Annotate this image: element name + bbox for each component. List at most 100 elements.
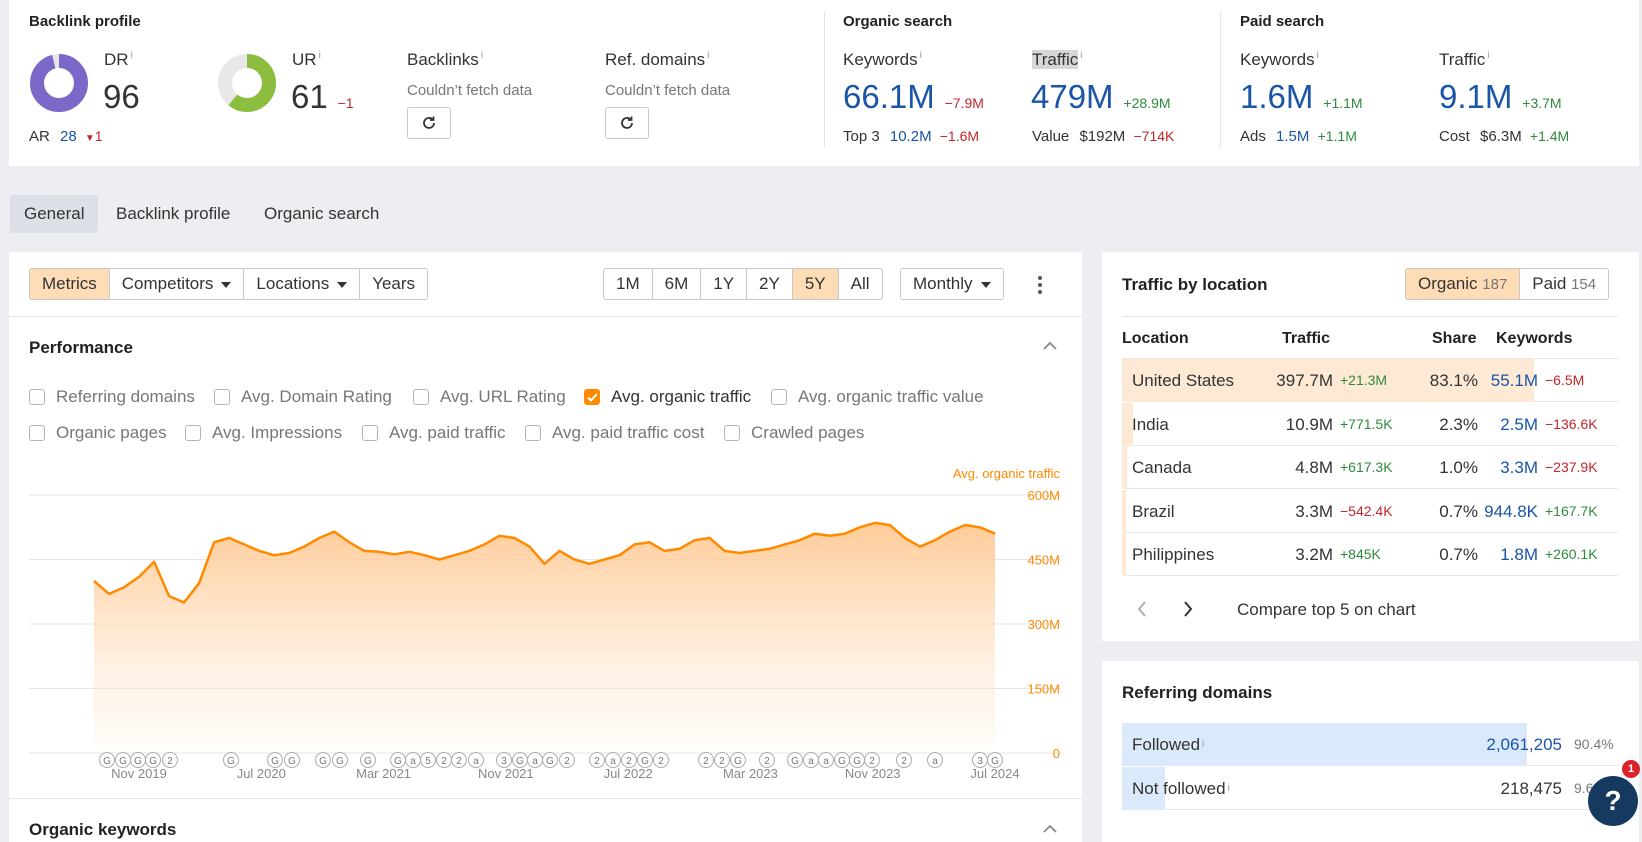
tab-organic-search[interactable]: Organic search [250, 195, 393, 233]
interval-dropdown[interactable]: Monthly [900, 268, 1004, 300]
data-point[interactable] [437, 557, 442, 562]
location-row[interactable]: United States 397.7M +21.3M 83.1% 55.1M −6.5M [1122, 359, 1618, 402]
data-point[interactable] [707, 536, 712, 541]
data-point[interactable] [212, 540, 217, 545]
data-point[interactable] [587, 561, 592, 566]
backlinks-info-icon[interactable]: i [481, 50, 483, 61]
location-keywords[interactable]: 3.3M [1500, 446, 1538, 489]
checkbox-avg-domain-rating[interactable]: Avg. Domain Rating [214, 387, 392, 407]
mode-years-button[interactable]: Years [360, 269, 427, 299]
referring-domains-row[interactable]: Followed i 2,061,205 90.4% [1122, 723, 1618, 766]
mode-metrics-button[interactable]: Metrics [30, 269, 110, 299]
data-point[interactable] [677, 546, 682, 551]
data-point[interactable] [947, 529, 952, 534]
paid-keywords-value[interactable]: 1.6M [1240, 78, 1313, 115]
data-point[interactable] [842, 531, 847, 536]
data-point[interactable] [527, 544, 532, 549]
data-point[interactable] [392, 552, 397, 557]
checkbox-avg-url-rating[interactable]: Avg. URL Rating [413, 387, 566, 407]
organic-keywords-value[interactable]: 66.1M [843, 78, 935, 115]
data-point[interactable] [887, 523, 892, 528]
data-point[interactable] [422, 553, 427, 558]
data-point[interactable] [692, 538, 697, 543]
data-point[interactable] [827, 533, 832, 538]
data-point[interactable] [617, 553, 622, 558]
data-point[interactable] [242, 542, 247, 547]
mode-competitors-dropdown[interactable]: Competitors [110, 269, 245, 299]
column-header-location[interactable]: Location [1122, 330, 1189, 348]
data-point[interactable] [197, 581, 202, 586]
checkbox-crawled-pages[interactable]: Crawled pages [724, 423, 864, 443]
collapse-chevron-up-icon[interactable] [1043, 824, 1057, 834]
data-point[interactable] [722, 548, 727, 553]
data-point[interactable] [362, 548, 367, 553]
range-5y-button[interactable]: 5Y [792, 269, 839, 299]
data-point[interactable] [542, 561, 547, 566]
compare-top5-link[interactable]: Compare top 5 on chart [1237, 600, 1416, 620]
data-point[interactable] [857, 525, 862, 530]
help-button[interactable]: ? [1588, 776, 1638, 826]
checkbox-organic-pages[interactable]: Organic pages [29, 423, 167, 443]
location-keywords[interactable]: 2.5M [1500, 403, 1538, 446]
data-point[interactable] [797, 538, 802, 543]
data-point[interactable] [167, 594, 172, 599]
data-point[interactable] [752, 548, 757, 553]
referring-domains-value[interactable]: 2,061,205 [1486, 723, 1562, 766]
range-all-button[interactable]: All [839, 269, 882, 299]
refdomains-info-icon[interactable]: i [707, 50, 709, 61]
organic-traffic-chart[interactable]: 600M 450M 300M 150M 0 Avg. organic traffic Nov… [0, 460, 1082, 790]
paid-keywords-info-icon[interactable]: i [1317, 50, 1319, 61]
organic-traffic-value[interactable]: 479M [1031, 78, 1114, 115]
top3-value[interactable]: 10.2M [890, 128, 932, 145]
column-header-keywords[interactable]: Keywords [1496, 330, 1572, 348]
collapse-chevron-up-icon[interactable] [1043, 341, 1057, 351]
data-point[interactable] [632, 542, 637, 547]
location-row[interactable]: Philippines 3.2M +845K 0.7% 1.8M +260.1K [1122, 533, 1618, 576]
data-point[interactable] [662, 548, 667, 553]
data-point[interactable] [137, 574, 142, 579]
range-2y-button[interactable]: 2Y [747, 269, 793, 299]
ur-info-icon[interactable]: i [319, 50, 321, 61]
next-page-chevron-right-icon[interactable] [1183, 601, 1193, 617]
checkbox-referring-domains[interactable]: Referring domains [29, 387, 195, 407]
data-point[interactable] [977, 525, 982, 530]
organic-toggle-button[interactable]: Organic 187 [1406, 269, 1521, 299]
data-point[interactable] [902, 536, 907, 541]
data-point[interactable] [347, 540, 352, 545]
data-point[interactable] [482, 542, 487, 547]
location-row[interactable]: India 10.9M +771.5K 2.3% 2.5M −136.6K [1122, 402, 1618, 446]
data-point[interactable] [182, 600, 187, 605]
data-point[interactable] [872, 520, 877, 525]
data-point[interactable] [962, 523, 967, 528]
data-point[interactable] [467, 548, 472, 553]
checkbox-avg-paid-traffic[interactable]: Avg. paid traffic [362, 423, 506, 443]
data-point[interactable] [122, 585, 127, 590]
data-point[interactable] [287, 551, 292, 556]
data-point[interactable] [647, 540, 652, 545]
column-header-traffic[interactable]: Traffic [1282, 330, 1330, 348]
prev-page-chevron-left-icon[interactable] [1137, 601, 1147, 617]
data-point[interactable] [317, 536, 322, 541]
data-point[interactable] [932, 538, 937, 543]
tab-backlink-profile[interactable]: Backlink profile [102, 195, 244, 233]
data-point[interactable] [302, 544, 307, 549]
range-6m-button[interactable]: 6M [653, 269, 702, 299]
data-point[interactable] [917, 544, 922, 549]
refdomains-refresh-button[interactable] [605, 107, 649, 139]
more-options-icon[interactable] [1036, 276, 1044, 296]
data-point[interactable] [272, 553, 277, 558]
range-1m-button[interactable]: 1M [604, 269, 653, 299]
dr-info-icon[interactable]: i [131, 50, 133, 61]
column-header-share[interactable]: Share [1432, 330, 1476, 348]
paid-traffic-value[interactable]: 9.1M [1439, 78, 1512, 115]
data-point[interactable] [227, 536, 232, 541]
data-point[interactable] [452, 553, 457, 558]
checkbox-avg-impressions[interactable]: Avg. Impressions [185, 423, 342, 443]
data-point[interactable] [557, 548, 562, 553]
data-point[interactable] [782, 542, 787, 547]
ads-value[interactable]: 1.5M [1276, 128, 1309, 145]
data-point[interactable] [602, 557, 607, 562]
location-row[interactable]: Canada 4.8M +617.3K 1.0% 3.3M −237.9K [1122, 446, 1618, 489]
ar-value[interactable]: 28 [60, 128, 77, 145]
data-point[interactable] [332, 529, 337, 534]
